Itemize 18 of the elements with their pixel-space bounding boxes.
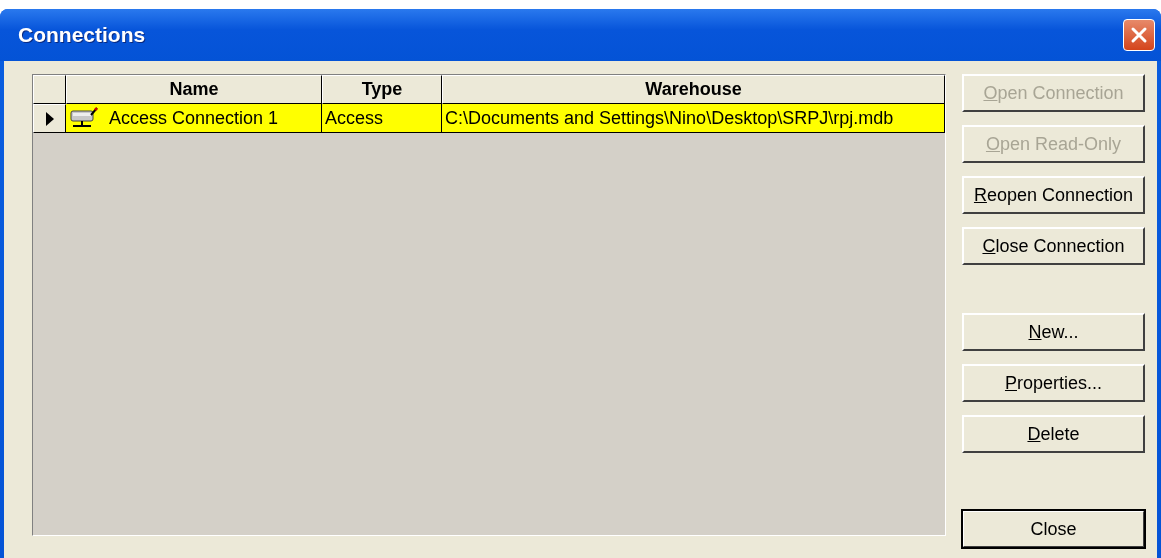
current-row-icon [44,110,55,127]
column-header[interactable]: Type [322,75,442,104]
dialog-button[interactable]: Reopen Connection [962,176,1145,214]
row-header-corner [33,75,66,104]
table-cell: C:\Documents and Settings\Nino\Desktop\SRPJ\rpj.mdb [442,104,945,133]
column-header[interactable]: Warehouse [442,75,945,104]
column-header[interactable]: Name [66,75,322,104]
window-title: Connections [18,23,146,47]
row-selector[interactable] [33,104,66,133]
dialog-button[interactable]: New... [962,313,1145,351]
dialog-button[interactable]: Close [962,510,1145,548]
close-icon[interactable] [1123,19,1155,51]
table-cell: Access [322,104,442,133]
dialog-button[interactable]: Properties... [962,364,1145,402]
table-cell: Access Connection 1 [66,104,322,133]
dialog-button[interactable]: Delete [962,415,1145,453]
dialog-button[interactable]: Close Connection [962,227,1145,265]
database-computer-icon [69,107,99,129]
